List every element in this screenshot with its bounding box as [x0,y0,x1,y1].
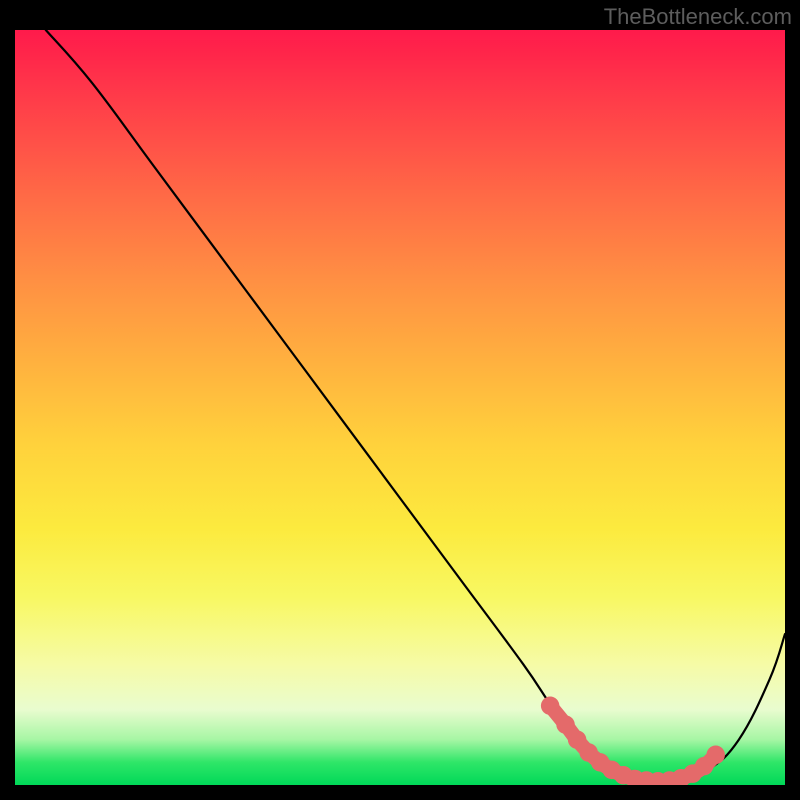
optimal-marker-dot [541,696,559,714]
watermark-text: TheBottleneck.com [604,4,792,30]
optimal-marker-dot [556,715,574,733]
bottleneck-curve-path [46,30,785,783]
chart-svg [15,30,785,785]
plot-area [15,30,785,785]
figure-canvas: TheBottleneck.com [0,0,800,800]
optimal-marker-group [541,696,725,785]
optimal-marker-dot [706,746,724,764]
